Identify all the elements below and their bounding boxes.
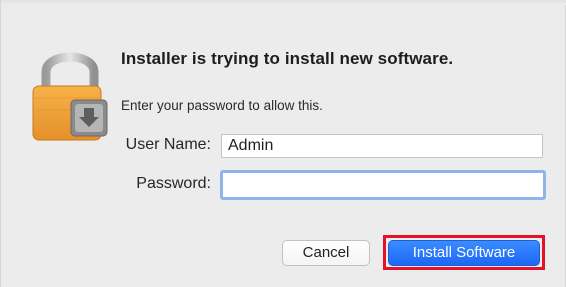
cancel-button[interactable]: Cancel xyxy=(282,240,370,266)
dialog-subtitle: Enter your password to allow this. xyxy=(121,98,323,113)
username-label: User Name: xyxy=(125,136,211,153)
dialog-title: Installer is trying to install new softw… xyxy=(121,49,454,68)
install-authentication-dialog: Installer is trying to install new softw… xyxy=(0,0,566,287)
install-software-button[interactable]: Install Software xyxy=(388,240,540,266)
dialog-top-edge xyxy=(1,0,566,5)
installer-badge-icon xyxy=(70,99,108,137)
password-label: Password: xyxy=(136,175,211,192)
password-field[interactable] xyxy=(220,170,546,200)
username-field[interactable] xyxy=(221,134,543,158)
lock-icon xyxy=(32,52,108,141)
